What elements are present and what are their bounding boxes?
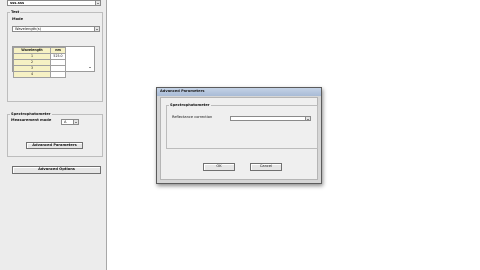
table-row: 4: [13, 71, 66, 78]
cancel-button[interactable]: Cancel: [250, 163, 282, 171]
ok-button[interactable]: OK: [203, 163, 235, 171]
mode-label: Mode: [12, 17, 24, 21]
top-select[interactable]: sss.sss: [7, 0, 101, 6]
measurement-mode-value: A: [64, 119, 67, 124]
chevron-down-icon[interactable]: [88, 66, 92, 70]
measurement-mode-select[interactable]: A: [61, 119, 79, 125]
dialog-title: Advanced Parameters: [160, 89, 205, 93]
advanced-options-button[interactable]: Advanced Options: [12, 166, 101, 174]
spectrophotometer-fieldset: Spectrophotometer Reflectance correction: [166, 103, 318, 149]
measurement-mode-label: Measurement mode: [11, 118, 52, 122]
test-group-title: Test: [10, 10, 21, 15]
wavelength-table: Wavelength nm 1 525.0 2 3 4: [12, 46, 95, 78]
row-number: 4: [13, 71, 51, 78]
spectrophotometer-group-title: Spectrophotometer: [10, 112, 52, 117]
chevron-down-icon[interactable]: [94, 27, 99, 31]
advanced-parameters-dialog: Advanced Parameters Spectrophotometer Re…: [156, 87, 322, 184]
dialog-titlebar[interactable]: Advanced Parameters: [157, 88, 321, 96]
spectrophotometer-group: Spectrophotometer Measurement mode A Adv…: [7, 112, 103, 157]
dialog-body: Spectrophotometer Reflectance correction…: [160, 97, 318, 180]
reflectance-correction-select[interactable]: [230, 116, 311, 121]
reflectance-correction-label: Reflectance correction: [172, 115, 213, 119]
mode-select[interactable]: Wavelength(s): [12, 26, 100, 32]
mode-select-value: Wavelength(s): [15, 26, 41, 31]
chevron-down-icon[interactable]: [95, 1, 100, 5]
wavelength-cell[interactable]: [50, 71, 66, 78]
chevron-down-icon[interactable]: [305, 117, 310, 120]
top-select-value: sss.sss: [10, 1, 25, 5]
chevron-down-icon[interactable]: [73, 120, 78, 124]
left-panel: sss.sss Test Mode Wavelength(s) Waveleng…: [0, 0, 107, 270]
dialog-group-title: Spectrophotometer: [169, 103, 211, 108]
advanced-parameters-button[interactable]: Advanced Parameters: [26, 142, 83, 149]
